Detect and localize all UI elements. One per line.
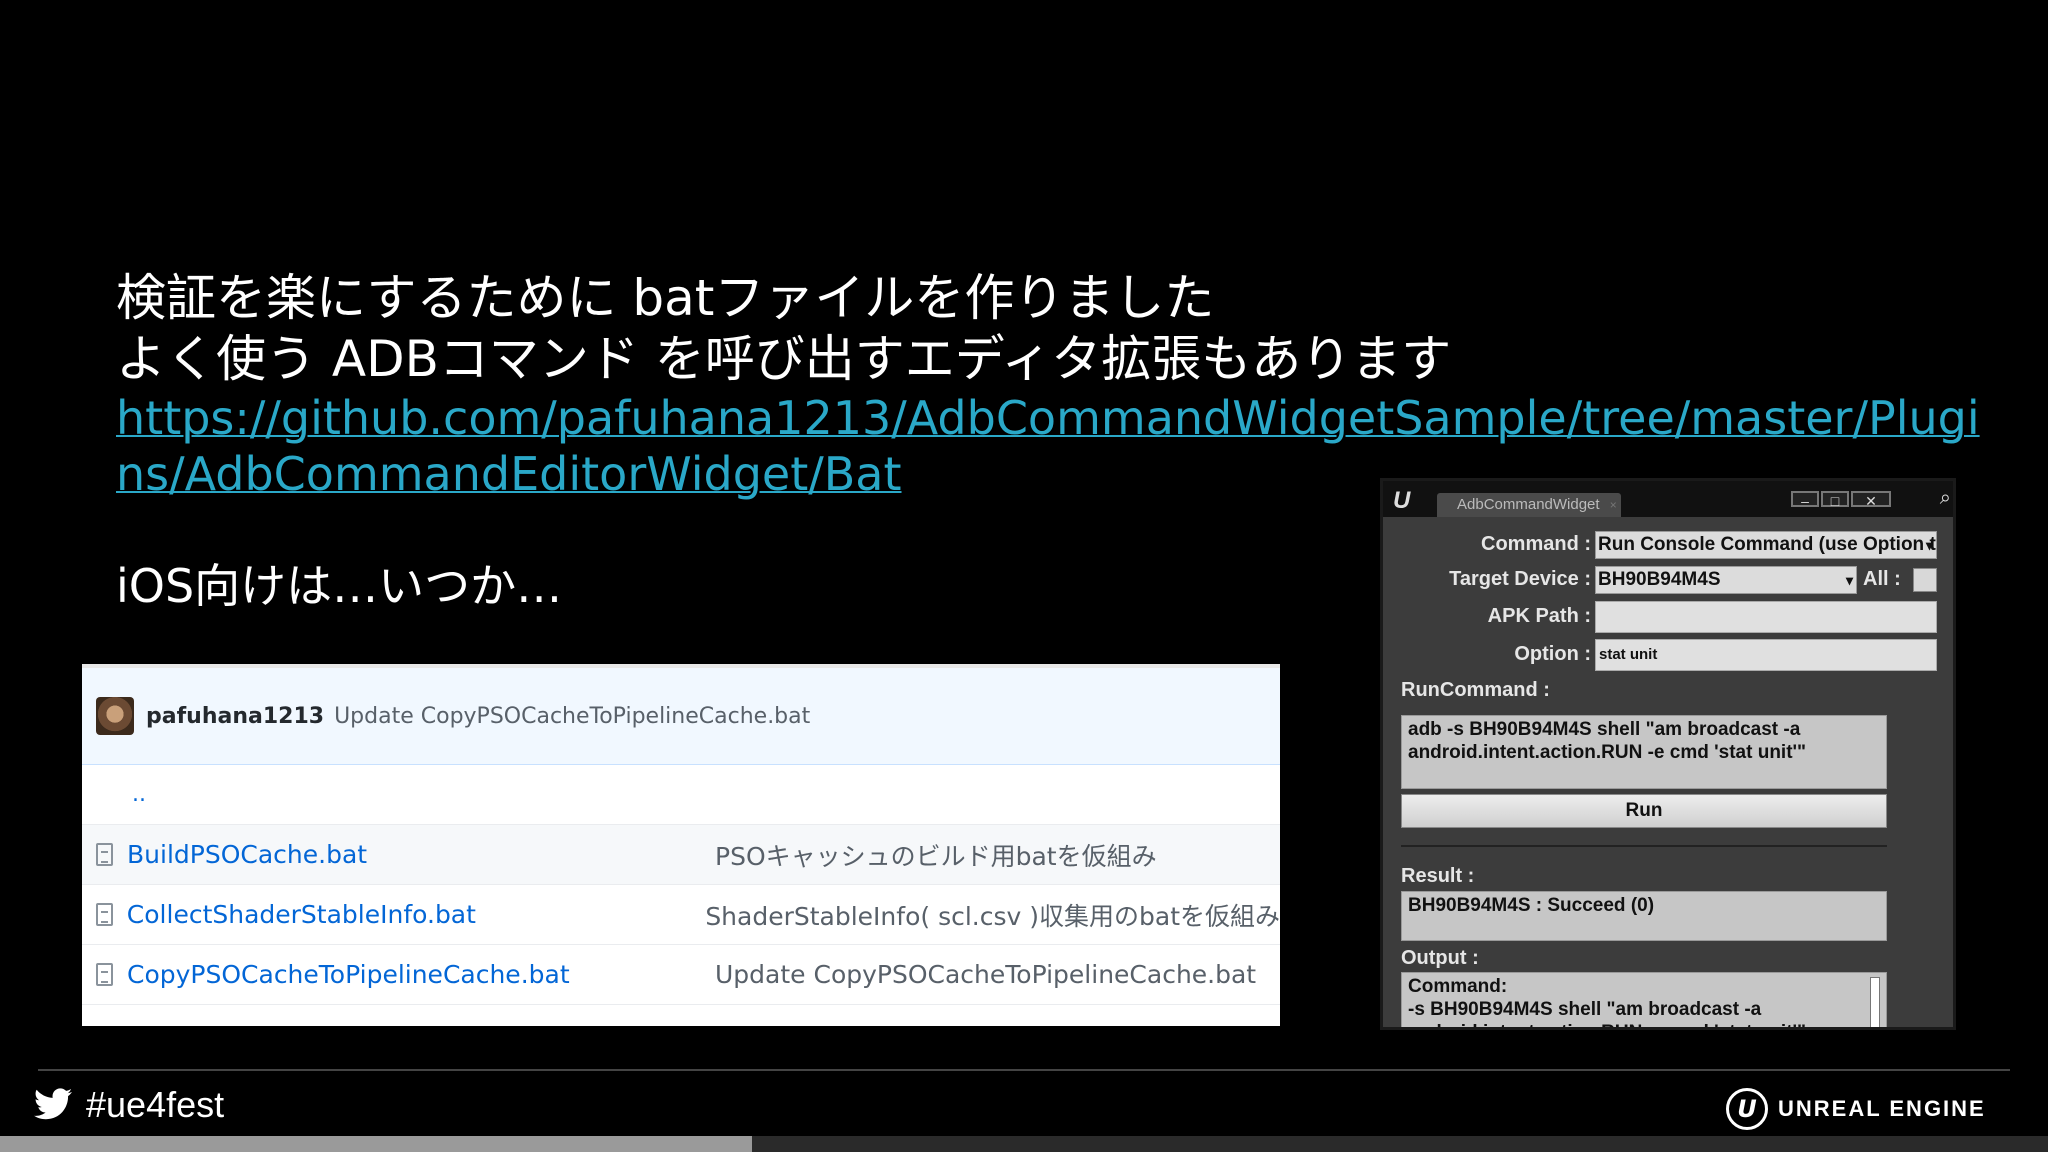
maximize-button[interactable]: □ bbox=[1821, 491, 1849, 509]
parent-directory-link[interactable]: .. bbox=[132, 782, 146, 807]
divider bbox=[1401, 845, 1887, 847]
file-row: BuildPSOCache.bat PSOキャッシュのビルド用batを仮組み bbox=[82, 825, 1280, 885]
all-label: All : bbox=[1863, 568, 1901, 590]
tab-adb-command-widget[interactable]: AdbCommandWidget × bbox=[1437, 493, 1621, 517]
file-commit-message[interactable]: Update CopyPSOCacheToPipelineCache.bat bbox=[715, 960, 1256, 989]
avatar[interactable] bbox=[96, 697, 134, 735]
window-titlebar[interactable]: U AdbCommandWidget × – □ ✕ ⌕ bbox=[1383, 481, 1953, 517]
runcommand-label: RunCommand : bbox=[1401, 679, 1550, 701]
ios-note: iOS向けは…いつか… bbox=[116, 559, 563, 613]
search-icon[interactable]: ⌕ bbox=[1940, 487, 1951, 510]
file-commit-message[interactable]: ShaderStableInfo( scl.csv )収集用のbatを仮組み bbox=[705, 897, 1280, 933]
close-button[interactable]: ✕ bbox=[1851, 491, 1891, 509]
adb-command-widget-window: U AdbCommandWidget × – □ ✕ ⌕ Command : R… bbox=[1380, 478, 1956, 1030]
target-device-row: Target Device : BH90B94M4S ▾ All : bbox=[1401, 566, 1937, 596]
output-textbox[interactable]: Command: -s BH90B94M4S shell "am broadca… bbox=[1401, 972, 1887, 1027]
unreal-engine-brand: U UNREAL ENGINE bbox=[1726, 1088, 1986, 1130]
file-name-link[interactable]: CopyPSOCacheToPipelineCache.bat bbox=[127, 960, 715, 989]
command-row: Command : Run Console Command (use Optio… bbox=[1401, 531, 1937, 561]
file-row: CollectShaderStableInfo.bat ShaderStable… bbox=[82, 885, 1280, 945]
file-icon bbox=[96, 963, 113, 986]
option-row: Option : stat unit bbox=[1401, 639, 1937, 671]
commit-message[interactable]: Update CopyPSOCacheToPipelineCache.bat bbox=[334, 704, 810, 729]
command-value: Run Console Command (use Option to bbox=[1598, 534, 1937, 555]
brand-text: UNREAL ENGINE bbox=[1778, 1096, 1986, 1121]
tab-close-icon[interactable]: × bbox=[1610, 498, 1617, 512]
parent-directory-row[interactable]: .. bbox=[82, 765, 1280, 825]
runcommand-textbox[interactable]: adb -s BH90B94M4S shell "am broadcast -a… bbox=[1401, 715, 1887, 789]
chevron-down-icon: ▾ bbox=[1845, 572, 1853, 588]
apk-path-row: APK Path : bbox=[1401, 601, 1937, 633]
target-device-value: BH90B94M4S bbox=[1598, 569, 1721, 590]
github-file-listing: pafuhana1213 Update CopyPSOCacheToPipeli… bbox=[82, 664, 1280, 1026]
option-label: Option : bbox=[1514, 643, 1591, 665]
slide-line-2: よく使う ADBコマンド を呼び出すエディタ拡張もあります bbox=[116, 330, 1452, 388]
command-label: Command : bbox=[1481, 533, 1591, 555]
option-input[interactable]: stat unit bbox=[1595, 639, 1937, 671]
result-textbox[interactable]: BH90B94M4S : Succeed (0) bbox=[1401, 891, 1887, 941]
slide-progress-fill bbox=[0, 1136, 752, 1152]
all-devices-checkbox[interactable] bbox=[1913, 568, 1937, 592]
tab-title: AdbCommandWidget bbox=[1457, 496, 1600, 513]
slide-line-1: 検証を楽にするために batファイルを作りました bbox=[116, 269, 1215, 327]
apk-path-input[interactable] bbox=[1595, 601, 1937, 633]
file-icon bbox=[96, 843, 113, 866]
chevron-down-icon: ▾ bbox=[1925, 537, 1933, 553]
file-row: CopyPSOCacheToPipelineCache.bat Update C… bbox=[82, 945, 1280, 1005]
output-scrollbar[interactable] bbox=[1870, 977, 1880, 1027]
commit-author[interactable]: pafuhana1213 bbox=[146, 704, 324, 729]
github-link-part-1[interactable]: https://github.com/pafuhana1213/AdbComma… bbox=[116, 390, 1980, 446]
apk-path-label: APK Path : bbox=[1487, 605, 1591, 627]
minimize-button[interactable]: – bbox=[1791, 491, 1819, 509]
target-device-label: Target Device : bbox=[1449, 568, 1591, 590]
hashtag: #ue4fest bbox=[86, 1084, 225, 1125]
unreal-logo-icon: U bbox=[1393, 487, 1411, 514]
run-button[interactable]: Run bbox=[1401, 794, 1887, 828]
slide-text-block: 検証を楽にするために batファイルを作りました よく使う ADBコマンド を呼… bbox=[116, 268, 1980, 502]
file-commit-message[interactable]: PSOキャッシュのビルド用batを仮組み bbox=[715, 837, 1157, 873]
latest-commit-bar: pafuhana1213 Update CopyPSOCacheToPipeli… bbox=[82, 668, 1280, 765]
unreal-engine-logo-icon: U bbox=[1726, 1088, 1768, 1130]
output-line: android.intent.action.RUN -e cmd 'stat u… bbox=[1408, 1021, 1880, 1027]
twitter-bird-icon bbox=[34, 1088, 72, 1124]
file-icon bbox=[96, 903, 113, 926]
command-dropdown[interactable]: Run Console Command (use Option to ▾ bbox=[1595, 531, 1937, 559]
target-device-dropdown[interactable]: BH90B94M4S ▾ bbox=[1595, 566, 1857, 594]
output-line: Command: bbox=[1408, 976, 1508, 997]
output-line: -s BH90B94M4S shell "am broadcast -a bbox=[1408, 999, 1762, 1020]
file-name-link[interactable]: BuildPSOCache.bat bbox=[127, 840, 715, 869]
file-name-link[interactable]: CollectShaderStableInfo.bat bbox=[127, 900, 706, 929]
footer-divider bbox=[38, 1069, 2010, 1071]
